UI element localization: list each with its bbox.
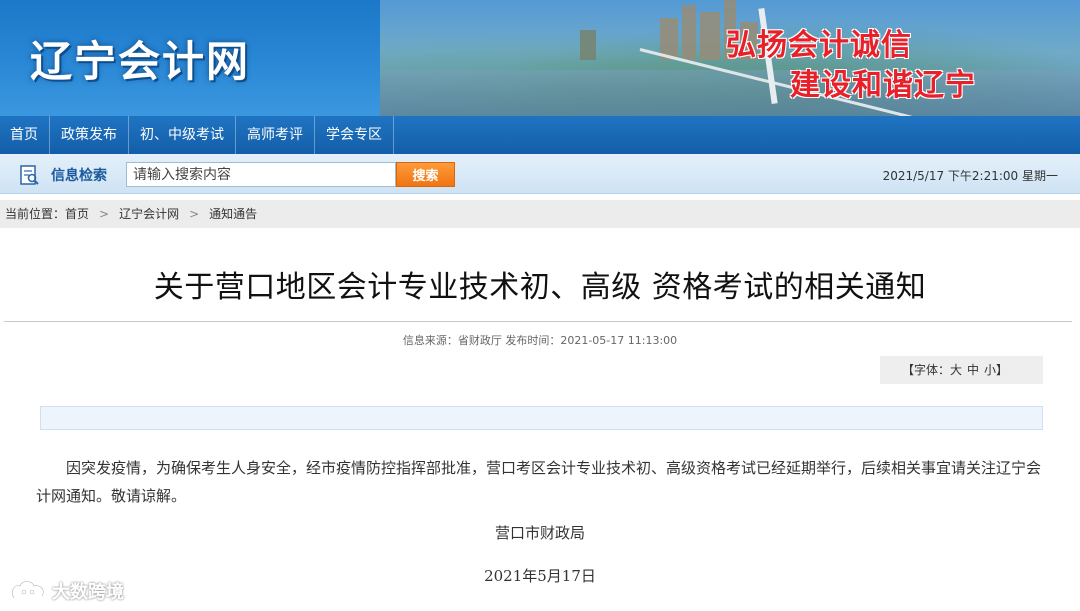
breadcrumb-site[interactable]: 辽宁会计网 [119, 207, 179, 221]
search-bar: 信息检索 搜索 2021/5/17 下午2:21:00 星期一 [0, 154, 1080, 194]
title-divider [4, 321, 1072, 322]
font-size-control: 【字体：大中小】 [880, 356, 1043, 384]
breadcrumb-notices[interactable]: 通知通告 [209, 207, 257, 221]
font-size-large-link[interactable]: 大 [950, 363, 962, 377]
search-icon [20, 165, 39, 185]
font-size-medium-link[interactable]: 中 [967, 363, 979, 377]
search-button[interactable]: 搜索 [396, 162, 455, 187]
article-body: 因突发疫情，为确保考生人身安全，经市疫情防控指挥部批准，营口考区会计专业技术初、… [36, 459, 1042, 505]
site-banner: 辽宁会计网 弘扬会计诚信 建设和谐辽宁 [0, 0, 1080, 116]
search-input[interactable] [126, 162, 396, 187]
current-datetime: 2021/5/17 下午2:21:00 星期一 [882, 169, 1058, 183]
banner-slogan-line2: 建设和谐辽宁 [790, 68, 976, 103]
nav-item-exams[interactable]: 初、中级考试 [129, 116, 236, 154]
breadcrumb-prefix: 当前位置： [5, 207, 66, 221]
watermark-text: 大数跨境 [52, 582, 124, 603]
banner-slogan-line1: 弘扬会计诚信 [726, 28, 912, 63]
nav-item-senior-review[interactable]: 高师考评 [236, 116, 315, 154]
watermark-logo-icon [11, 580, 45, 599]
breadcrumb-home[interactable]: 首页 [65, 207, 89, 221]
nav-item-policy[interactable]: 政策发布 [50, 116, 129, 154]
font-size-small-link[interactable]: 小】 [984, 363, 1008, 377]
nav-item-home[interactable]: 首页 [0, 116, 50, 154]
font-size-label: 【字体： [902, 363, 951, 377]
watermark: 大数跨境 [8, 576, 124, 606]
main-nav: 首页 政策发布 初、中级考试 高师考评 学会专区 [0, 116, 1080, 154]
site-logo[interactable]: 辽宁会计网 [30, 28, 250, 89]
article-meta: 信息来源：省财政厅 发布时间：2021-05-17 11:13:00 [402, 334, 678, 347]
search-section-title: 信息检索 [51, 168, 107, 184]
chevron-right-icon: > [99, 207, 110, 221]
nav-item-society[interactable]: 学会专区 [315, 116, 394, 154]
article-signature: 营口市财政局 [494, 524, 585, 542]
article-title: 关于营口地区会计专业技术初、高级 资格考试的相关通知 [153, 270, 927, 305]
article-date: 2021年5月17日 [484, 567, 596, 585]
article-summary-box [40, 406, 1043, 430]
chevron-right-icon: > [189, 207, 200, 221]
breadcrumb: 当前位置：首页 > 辽宁会计网 > 通知通告 [0, 200, 1080, 228]
